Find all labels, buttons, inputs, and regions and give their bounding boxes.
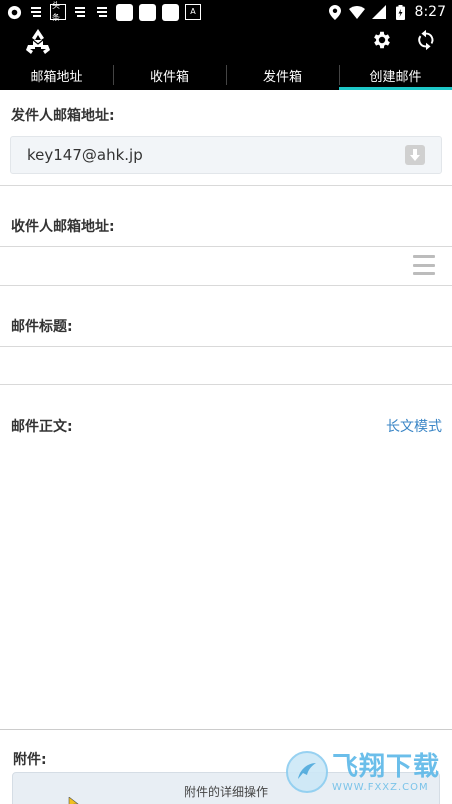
battery-icon: [393, 4, 409, 20]
notification-icon: [72, 4, 88, 20]
blank-square-icon: [139, 3, 156, 21]
tab-bar: 邮箱地址 收件箱 发件箱 创建邮件: [0, 60, 452, 90]
to-address-input[interactable]: [0, 247, 452, 285]
gear-icon: [371, 29, 393, 55]
tab-compose[interactable]: 创建邮件: [339, 60, 452, 90]
blank-square-icon: [162, 3, 179, 21]
status-bar-notifications: 头条 A: [6, 1, 201, 22]
settings-button[interactable]: [368, 28, 396, 56]
attachment-label: 附件:: [13, 752, 47, 768]
contacts-list-icon[interactable]: [413, 255, 435, 275]
news-icon: 头条: [50, 1, 66, 22]
notification-icon: [28, 4, 44, 20]
recycle-mail-icon: [23, 27, 53, 57]
tab-mail-address[interactable]: 邮箱地址: [0, 60, 113, 90]
watermark-logo-icon: [286, 751, 328, 793]
from-address-select[interactable]: key147@ahk.jp: [10, 136, 442, 174]
status-time: 8:27: [414, 4, 446, 20]
from-label: 发件人邮箱地址:: [11, 108, 115, 124]
watermark-url: WWW.FXXZ.COM: [332, 781, 429, 793]
divider: [0, 384, 452, 385]
tab-inbox[interactable]: 收件箱: [113, 60, 226, 90]
font-icon: A: [185, 4, 201, 20]
body-label: 邮件正文:: [11, 419, 73, 435]
dropdown-arrow-icon[interactable]: [405, 145, 425, 165]
watermark-title: 飞翔下载: [332, 751, 441, 782]
app-circle-icon: [6, 4, 22, 20]
divider: [0, 285, 452, 286]
tab-outbox[interactable]: 发件箱: [226, 60, 339, 90]
to-label: 收件人邮箱地址:: [11, 219, 115, 235]
subject-label: 邮件标题:: [11, 319, 73, 335]
refresh-button[interactable]: [412, 28, 440, 56]
attachment-details-label: 附件的详细操作: [183, 785, 268, 799]
watermark: 飞翔下载 WWW.FXXZ.COM: [286, 745, 448, 799]
cursor-icon: [68, 794, 80, 804]
wifi-icon: [348, 4, 365, 20]
status-bar: 头条 A 8:27: [0, 0, 452, 24]
body-textarea[interactable]: [0, 446, 452, 730]
app-bar: [0, 24, 452, 60]
refresh-icon: [415, 29, 437, 55]
divider: [0, 185, 452, 186]
signal-icon: [371, 4, 387, 20]
long-text-mode-link[interactable]: 长文模式: [386, 416, 442, 436]
from-address-value: key147@ahk.jp: [27, 146, 143, 164]
location-icon: [327, 4, 343, 20]
divider: [0, 729, 452, 730]
status-bar-system: 8:27: [327, 4, 446, 20]
notification-icon: [94, 4, 110, 20]
blank-square-icon: [116, 3, 133, 21]
subject-input[interactable]: [0, 347, 452, 384]
